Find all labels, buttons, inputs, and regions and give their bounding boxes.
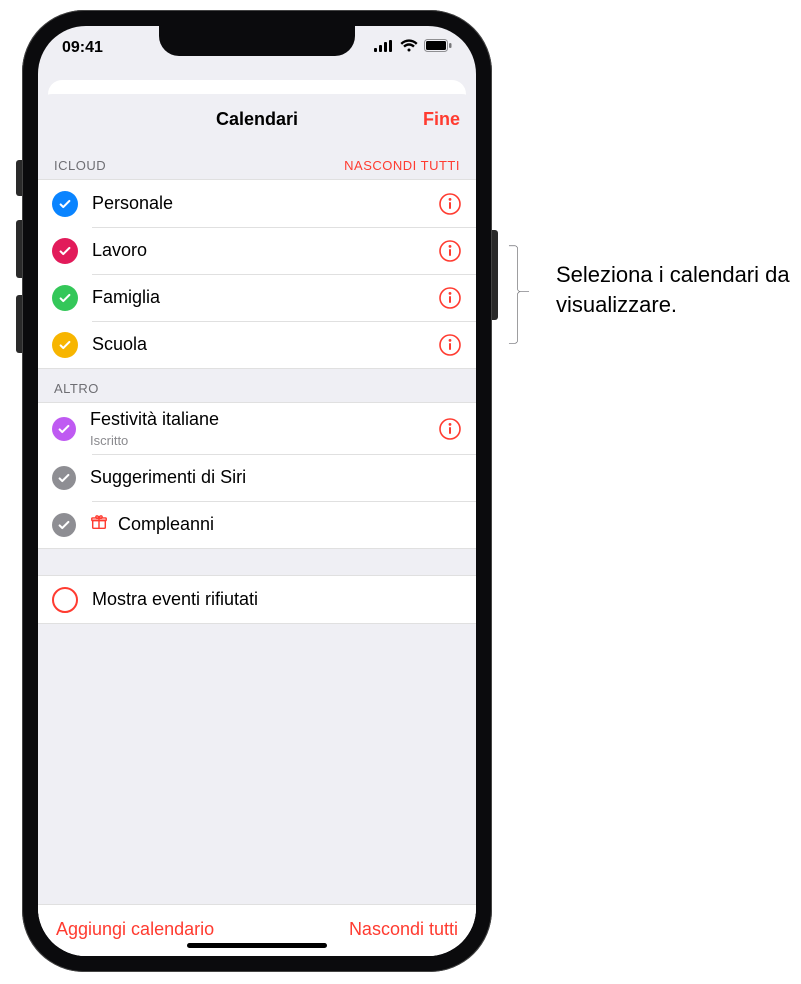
info-icon[interactable] [438, 192, 462, 216]
calendar-sublabel: Iscritto [90, 433, 424, 449]
checkmark-icon[interactable] [52, 466, 76, 490]
calendar-row-scuola[interactable]: Scuola [38, 321, 476, 368]
volume-up-button [16, 220, 22, 278]
info-icon[interactable] [438, 239, 462, 263]
section-title-other: ALTRO [54, 381, 99, 396]
section-title-icloud: ICLOUD [54, 158, 106, 173]
calendar-label: Suggerimenti di Siri [90, 467, 462, 489]
calendar-label: Festività italiane [90, 409, 424, 431]
sheet-header: Calendari Fine [38, 94, 476, 146]
checkmark-icon[interactable] [52, 417, 76, 441]
mute-switch [16, 160, 22, 196]
calendar-row-festivita[interactable]: Festività italiane Iscritto [38, 403, 476, 454]
calendar-row-famiglia[interactable]: Famiglia [38, 274, 476, 321]
add-calendar-button[interactable]: Aggiungi calendario [56, 919, 214, 940]
checkmark-icon[interactable] [52, 191, 78, 217]
unchecked-circle-icon[interactable] [52, 587, 78, 613]
info-icon[interactable] [438, 333, 462, 357]
calendar-row-personale[interactable]: Personale [38, 180, 476, 227]
volume-down-button [16, 295, 22, 353]
annotation-text: Seleziona i calendari da visualizzare. [556, 260, 801, 319]
hide-all-icloud-button[interactable]: NASCONDI TUTTI [344, 158, 460, 173]
show-declined-label: Mostra eventi rifiutati [92, 589, 462, 611]
calendar-row-lavoro[interactable]: Lavoro [38, 227, 476, 274]
calendar-row-siri[interactable]: Suggerimenti di Siri [38, 454, 476, 501]
calendar-label: Compleanni [118, 514, 462, 536]
section-header-other: ALTRO [38, 369, 476, 402]
show-declined-row[interactable]: Mostra eventi rifiutati [38, 576, 476, 623]
info-icon[interactable] [438, 417, 462, 441]
power-button [492, 230, 498, 320]
checkmark-icon[interactable] [52, 285, 78, 311]
declined-list: Mostra eventi rifiutati [38, 575, 476, 624]
calendar-label: Lavoro [92, 240, 424, 262]
hide-all-button[interactable]: Nascondi tutti [349, 919, 458, 940]
calendar-label: Personale [92, 193, 424, 215]
sheet-title: Calendari [216, 109, 298, 130]
checkmark-icon[interactable] [52, 513, 76, 537]
notch [159, 26, 355, 56]
calendars-sheet: Calendari Fine ICLOUD NASCONDI TUTTI Per… [38, 94, 476, 956]
sheet-footer: Aggiungi calendario Nascondi tutti [38, 904, 476, 956]
home-indicator[interactable] [187, 943, 327, 948]
iphone-frame: 09:41 Calendari Fi [22, 10, 492, 972]
other-list: Festività italiane Iscritto Suggerimenti… [38, 402, 476, 549]
icloud-list: Personale Lavoro [38, 179, 476, 369]
calendar-label: Scuola [92, 334, 424, 356]
checkmark-icon[interactable] [52, 332, 78, 358]
checkmark-icon[interactable] [52, 238, 78, 264]
gift-icon [90, 513, 108, 536]
battery-icon [424, 39, 452, 57]
info-icon[interactable] [438, 286, 462, 310]
calendar-row-compleanni[interactable]: Compleanni [38, 501, 476, 548]
status-time: 09:41 [62, 39, 103, 57]
calendar-label-group: Festività italiane Iscritto [90, 409, 424, 448]
done-button[interactable]: Fine [423, 94, 460, 145]
annotation-bracket [508, 190, 530, 400]
section-header-icloud: ICLOUD NASCONDI TUTTI [38, 146, 476, 179]
calendar-label: Famiglia [92, 287, 424, 309]
wifi-icon [400, 39, 418, 57]
cellular-icon [374, 39, 394, 57]
